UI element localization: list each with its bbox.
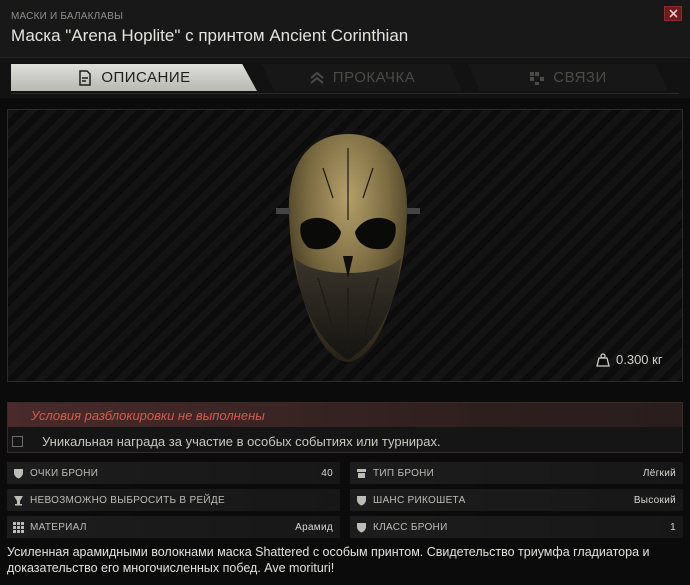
unlock-condition-row: Уникальная награда за участие в особых с… (8, 430, 682, 452)
weight-icon (596, 352, 610, 367)
stat-armor-class: КЛАСС БРОНИ 1 (350, 516, 683, 538)
stat-value: Лёгкий (642, 467, 676, 479)
item-description: Усиленная арамидными волокнами маска Sha… (7, 545, 650, 575)
stat-value: Арамид (295, 521, 333, 533)
item-title: Маска "Arena Hoplite" с принтом Ancient … (11, 26, 409, 45)
tab-description[interactable]: ОПИСАНИЕ (11, 64, 257, 91)
item-category: МАСКИ И БАЛАКЛАВЫ (11, 11, 124, 22)
tab-upgrade-label: ПРОКАЧКА (332, 69, 416, 86)
stat-ricochet: ШАНС РИКОШЕТА Высокий (350, 489, 683, 511)
stat-material: МАТЕРИАЛ Арамид (7, 516, 340, 538)
weight-value: 0.300 кг (616, 352, 663, 367)
stat-label: МАТЕРИАЛ (30, 521, 87, 533)
stat-label: ТИП БРОНИ (373, 467, 435, 479)
condition-text: Уникальная награда за участие в особых с… (42, 433, 441, 449)
stat-label: ШАНС РИКОШЕТА (373, 494, 466, 506)
mask-image (276, 134, 420, 362)
close-button[interactable] (664, 6, 682, 21)
item-preview[interactable]: 0.300 кг (7, 109, 683, 382)
stat-value: Высокий (633, 494, 676, 506)
stat-label: ОЧКИ БРОНИ (30, 467, 99, 479)
tab-description-label: ОПИСАНИЕ (101, 69, 191, 86)
shield-icon (12, 467, 24, 479)
unlock-conditions: Условия разблокировки не выполнены Уника… (7, 402, 683, 453)
weight-indicator: 0.300 кг (596, 352, 663, 367)
upgrade-chevrons-icon (310, 71, 324, 84)
ricochet-icon (355, 494, 367, 506)
stat-armor-type: ТИП БРОНИ Лёгкий (350, 462, 683, 484)
document-icon (79, 69, 92, 86)
tab-divider (11, 93, 679, 94)
window-header: МАСКИ И БАЛАКЛАВЫ Маска "Arena Hoplite" … (0, 0, 690, 58)
stat-value: 40 (321, 467, 333, 479)
tab-upgrade[interactable]: ПРОКАЧКА (262, 64, 462, 91)
tab-links[interactable]: СВЯЗИ (468, 64, 668, 91)
close-icon (668, 9, 678, 18)
grid-icon (12, 521, 24, 533)
armor-class-icon (355, 521, 367, 533)
stat-no-drop: НЕВОЗМОЖНО ВЫБРОСИТЬ В РЕЙДЕ (7, 489, 340, 511)
stat-label: НЕВОЗМОЖНО ВЫБРОСИТЬ В РЕЙДЕ (30, 494, 225, 506)
tab-links-label: СВЯЗИ (553, 69, 607, 86)
condition-checkbox (12, 435, 23, 447)
unlock-title: Условия разблокировки не выполнены (8, 403, 682, 427)
stat-value: 1 (670, 521, 676, 533)
armor-type-icon (355, 467, 367, 479)
stat-label: КЛАСС БРОНИ (373, 521, 448, 533)
links-icon (530, 71, 545, 85)
tab-bar: ОПИСАНИЕ ПРОКАЧКА СВЯЗИ (0, 58, 690, 98)
stat-armor-points: ОЧКИ БРОНИ 40 (7, 462, 340, 484)
cup-icon (12, 494, 24, 506)
